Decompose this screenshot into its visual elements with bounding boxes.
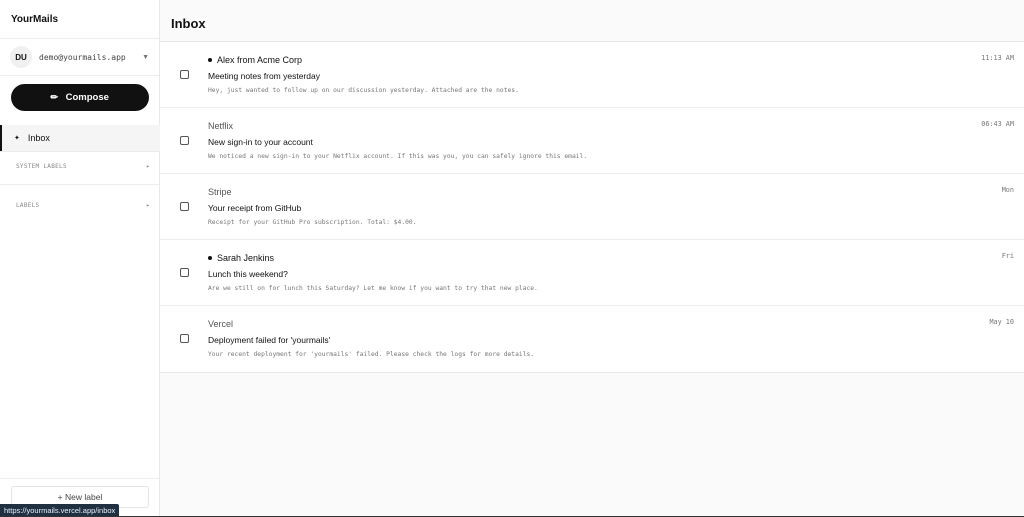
system-labels-toggle[interactable]: SYSTEM LABELS ▸ [16,163,150,170]
app-title: YourMails [0,0,159,39]
email-subject: Your receipt from GitHub [208,203,302,213]
email-list: Alex from Acme Corp Meeting notes from y… [160,42,1024,373]
sender-name: Stripe [208,187,232,197]
select-checkbox[interactable] [180,136,189,145]
email-sender: Vercel [208,319,233,329]
sender-name: Vercel [208,319,234,329]
email-row[interactable]: Stripe Your receipt from GitHub Receipt … [160,174,1024,240]
email-preview: Receipt for your GitHub Pro subscription… [208,219,417,226]
email-subject: New sign-in to your account [208,137,313,147]
email-sender: Netflix [208,121,233,131]
unread-dot-icon [208,256,212,260]
select-checkbox[interactable] [180,268,189,277]
sender-name: Sarah Jenkins [217,253,275,263]
compose-button[interactable]: ✎ Compose [11,84,149,111]
email-date: Fri [1001,252,1014,260]
email-date: 06:43 AM [981,120,1014,128]
sender-name: Alex from Acme Corp [217,55,303,65]
sender-name: Netflix [208,121,234,131]
email-preview: Your recent deployment for 'yourmails' f… [208,351,535,358]
email-subject: Deployment failed for 'yourmails' [208,335,331,345]
select-checkbox[interactable] [180,202,189,211]
email-date: May 10 [989,318,1014,326]
page-title: Inbox [160,0,1024,42]
email-row[interactable]: Netflix New sign-in to your account We n… [160,108,1024,174]
email-row[interactable]: Vercel Deployment failed for 'yourmails'… [160,306,1024,372]
sidebar-item-inbox[interactable]: ✦ Inbox [0,125,160,151]
divider [0,184,160,185]
email-sender: Alex from Acme Corp [208,55,302,65]
sidebar-item-label: Inbox [27,133,50,143]
email-subject: Lunch this weekend? [208,269,288,279]
avatar: DU [10,46,32,68]
email-date: 11:13 AM [981,54,1014,62]
labels-heading: LABELS [16,202,40,209]
email-row[interactable]: Alex from Acme Corp Meeting notes from y… [160,42,1024,108]
email-preview: Are we still on for lunch this Saturday?… [208,285,538,292]
unread-dot-icon [208,58,212,62]
pencil-icon: ✎ [48,90,61,104]
system-labels-heading: SYSTEM LABELS [16,163,67,170]
email-preview: Hey, just wanted to follow up on our dis… [208,87,519,94]
main-panel: Inbox Alex from Acme Corp Meeting notes … [160,0,1024,517]
email-sender: Sarah Jenkins [208,253,274,263]
caret-right-icon: ▸ [146,202,150,209]
caret-right-icon: ▸ [146,163,150,170]
select-checkbox[interactable] [180,70,189,79]
email-sender: Stripe [208,187,232,197]
sidebar: YourMails DU demo@yourmails.app ▼ ✎ Comp… [0,0,160,517]
email-date: Mon [1001,186,1014,194]
compose-label: Compose [65,92,109,103]
email-preview: We noticed a new sign-in to your Netflix… [208,153,588,160]
sparkle-icon: ✦ [14,135,20,142]
email-subject: Meeting notes from yesterday [208,71,320,81]
account-email: demo@yourmails.app [39,52,126,62]
account-switcher[interactable]: DU demo@yourmails.app ▼ [0,39,159,76]
divider [0,478,160,479]
divider [0,151,160,152]
email-row[interactable]: Sarah Jenkins Lunch this weekend? Are we… [160,240,1024,306]
labels-toggle[interactable]: LABELS ▸ [16,202,150,209]
chevron-down-icon: ▼ [142,53,149,61]
select-checkbox[interactable] [180,334,189,343]
